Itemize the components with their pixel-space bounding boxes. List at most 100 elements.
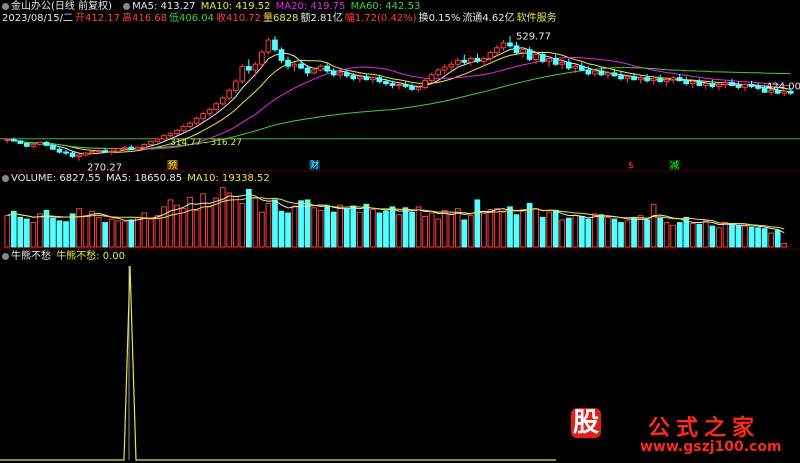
- candle-body: [252, 63, 259, 71]
- volume-bar: [585, 218, 592, 248]
- candle-body: [709, 83, 716, 87]
- volume-bar: [598, 214, 605, 248]
- volume-bar: [180, 208, 187, 248]
- candle-body: [43, 141, 50, 146]
- volume-bar: [559, 219, 566, 248]
- candle-body: [317, 65, 324, 71]
- volume-bar: [17, 216, 24, 248]
- candle-body: [37, 141, 43, 145]
- volume-bar: [487, 209, 494, 248]
- volume-bar: [618, 222, 624, 248]
- candle-body: [30, 143, 37, 147]
- volume-bar: [454, 208, 461, 248]
- candle-body: [481, 57, 487, 62]
- volume-bar: [755, 227, 761, 248]
- candle-body: [670, 77, 677, 81]
- volume-bar: [272, 199, 278, 248]
- volume-bar: [50, 217, 56, 248]
- volume-bar: [657, 217, 664, 248]
- volume-panel: [4, 187, 788, 248]
- event-marker: 预: [168, 160, 177, 171]
- volume-bar: [422, 216, 428, 248]
- volume-bar: [56, 220, 63, 248]
- volume-bar: [324, 206, 331, 248]
- volume-bar: [278, 210, 285, 248]
- volume-bar: [239, 202, 246, 248]
- indicator-line: [0, 265, 556, 461]
- candle-body: [193, 117, 200, 124]
- panel-toggle-icon[interactable]: [2, 252, 9, 260]
- candle-body: [689, 81, 696, 85]
- volume-ma5: MA5: 18650.85: [105, 173, 183, 184]
- candle-body: [396, 83, 402, 86]
- volume-bar: [500, 211, 507, 248]
- volume-bar: [161, 206, 167, 248]
- volume-bar: [650, 203, 657, 248]
- candle-body: [259, 51, 265, 65]
- candle-body: [56, 148, 63, 153]
- panel-toggle-icon[interactable]: [2, 174, 9, 182]
- volume-bar: [200, 193, 206, 248]
- volume-bar: [298, 200, 304, 248]
- candle-body: [513, 45, 520, 54]
- candle-body: [578, 65, 585, 71]
- volume-bar: [37, 213, 43, 248]
- volume-bar: [311, 207, 317, 248]
- candle-body: [572, 65, 579, 69]
- volume-bar: [768, 232, 774, 248]
- candle-body: [219, 97, 226, 105]
- candle-body: [461, 59, 468, 63]
- candle-body: [683, 80, 690, 85]
- volume-bar: [461, 219, 468, 248]
- candle-body: [161, 135, 167, 140]
- candle-body: [304, 67, 311, 74]
- candle-body: [474, 57, 481, 62]
- candle-body: [533, 54, 539, 60]
- candle-body: [213, 103, 220, 111]
- ma-toggle-icon[interactable]: [123, 2, 131, 10]
- panel-toggle-icon[interactable]: [2, 2, 9, 10]
- ma10-line: [7, 52, 791, 153]
- volume-bar: [644, 219, 650, 248]
- quote-sector: 软件服务: [516, 13, 557, 24]
- candle-body: [618, 75, 624, 80]
- volume-bar: [356, 211, 363, 248]
- volume-bar: [676, 222, 683, 248]
- volume-bar: [428, 212, 435, 248]
- indicator-header: 牛熊不愁 牛熊不愁: 0.00: [2, 251, 127, 263]
- volume-bar: [226, 192, 233, 248]
- candle-body: [402, 83, 409, 87]
- volume-bar: [663, 222, 670, 248]
- volume-bar: [115, 220, 122, 248]
- volume-bar: [10, 210, 17, 248]
- candle-body: [350, 75, 357, 80]
- candle-body: [278, 49, 285, 61]
- quote-low: 低406.04: [169, 13, 215, 24]
- candle-body: [729, 82, 735, 86]
- candle-body: [657, 78, 664, 83]
- candle-body: [592, 70, 598, 75]
- indicator-panel: [0, 265, 556, 461]
- last-price-annotation: 424.00: [766, 81, 800, 92]
- volume-bar: [552, 209, 559, 248]
- candle-body: [291, 63, 298, 67]
- candle-body: [722, 82, 729, 85]
- volume-bar: [520, 209, 526, 248]
- volume-bar: [291, 205, 298, 248]
- candle-body: [376, 77, 383, 83]
- candle-body: [624, 76, 631, 80]
- volume-bar: [24, 218, 30, 248]
- volume-bar: [631, 216, 637, 248]
- volume-bar: [4, 215, 11, 248]
- candle-body: [370, 77, 376, 81]
- candle-body: [631, 76, 637, 81]
- candle-body: [311, 69, 317, 74]
- volume-bar: [409, 211, 415, 248]
- volume-bar: [265, 202, 272, 248]
- candle-body: [494, 47, 500, 54]
- volume-bar: [592, 213, 598, 248]
- volume-bar: [134, 216, 141, 248]
- candle-body: [383, 81, 389, 85]
- quote-volume: 量6828: [263, 13, 299, 24]
- candle-body: [389, 83, 396, 86]
